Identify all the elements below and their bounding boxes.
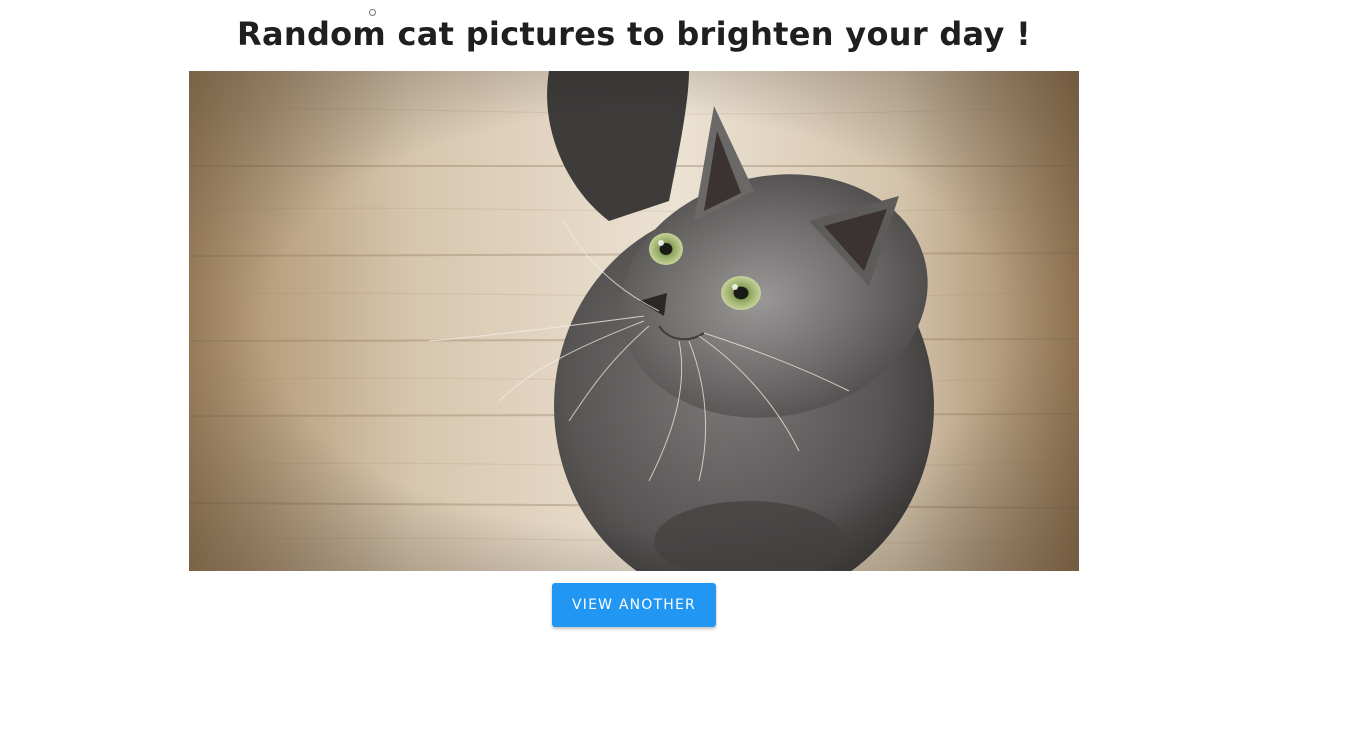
page-title: Random cat pictures to brighten your day…: [237, 15, 1031, 53]
page: Random cat pictures to brighten your day…: [0, 0, 1366, 738]
cat-photo-illustration: [189, 71, 1079, 571]
view-another-button[interactable]: View another: [552, 583, 716, 627]
cat-photo: [189, 71, 1079, 571]
